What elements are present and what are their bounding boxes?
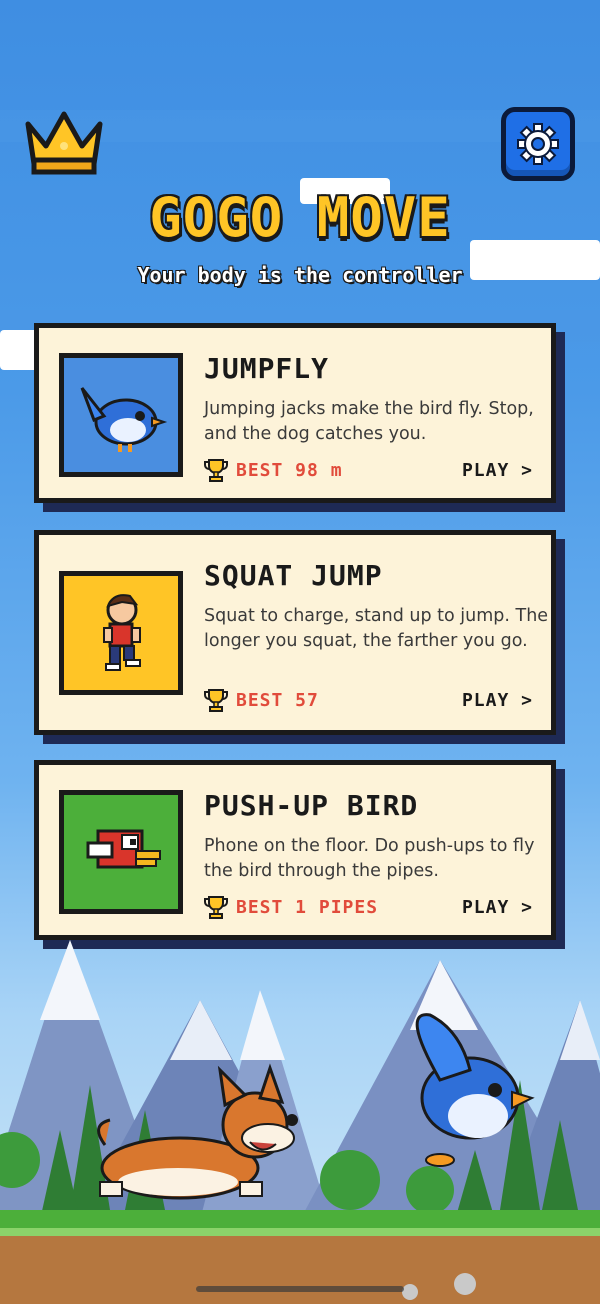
app-title: GOGO MOVE [149, 186, 451, 249]
game-title: SQUAT JUMP [204, 559, 383, 592]
game-title: PUSH-UP BIRD [204, 789, 419, 822]
game-thumbnail [59, 571, 183, 695]
app-subtitle: Your body is the controller [137, 263, 463, 287]
play-button[interactable]: PLAY > [462, 460, 533, 481]
running-boy-icon [103, 594, 141, 671]
play-button[interactable]: PLAY > [462, 897, 533, 918]
game-thumbnail [59, 790, 183, 914]
trophy-icon [204, 689, 228, 712]
game-card-jumpfly[interactable]: JUMPFLY Jumping jacks make the bird fly.… [34, 323, 556, 503]
settings-button[interactable] [501, 107, 575, 181]
game-description: Squat to charge, stand up to jump. The l… [204, 606, 549, 651]
trophy-icon [204, 896, 228, 919]
game-card-squat-jump[interactable]: SQUAT JUMP Squat to charge, stand up to … [34, 530, 556, 735]
game-title: JUMPFLY [204, 352, 330, 385]
best-score: BEST 98 m [204, 458, 343, 482]
scenery-background [0, 940, 600, 1304]
game-description: Jumping jacks make the bird fly. Stop, a… [204, 399, 534, 444]
crown-icon[interactable] [24, 108, 104, 178]
best-score: BEST 1 PIPES [204, 895, 378, 919]
game-card-push-up-bird[interactable]: PUSH-UP BIRD Phone on the floor. Do push… [34, 760, 556, 940]
gear-icon [517, 123, 559, 165]
best-score-label: BEST 1 PIPES [236, 896, 379, 918]
red-flappy-bird-icon [86, 829, 161, 869]
home-indicator[interactable] [196, 1286, 404, 1292]
blue-bird-icon [80, 387, 168, 452]
trophy-icon [204, 459, 228, 482]
best-score-label: BEST 98 m [236, 459, 343, 481]
game-description: Phone on the floor. Do push-ups to fly t… [204, 836, 535, 881]
best-score-label: BEST 57 [236, 689, 319, 711]
best-score: BEST 57 [204, 688, 319, 712]
game-thumbnail [59, 353, 183, 477]
play-button[interactable]: PLAY > [462, 690, 533, 711]
